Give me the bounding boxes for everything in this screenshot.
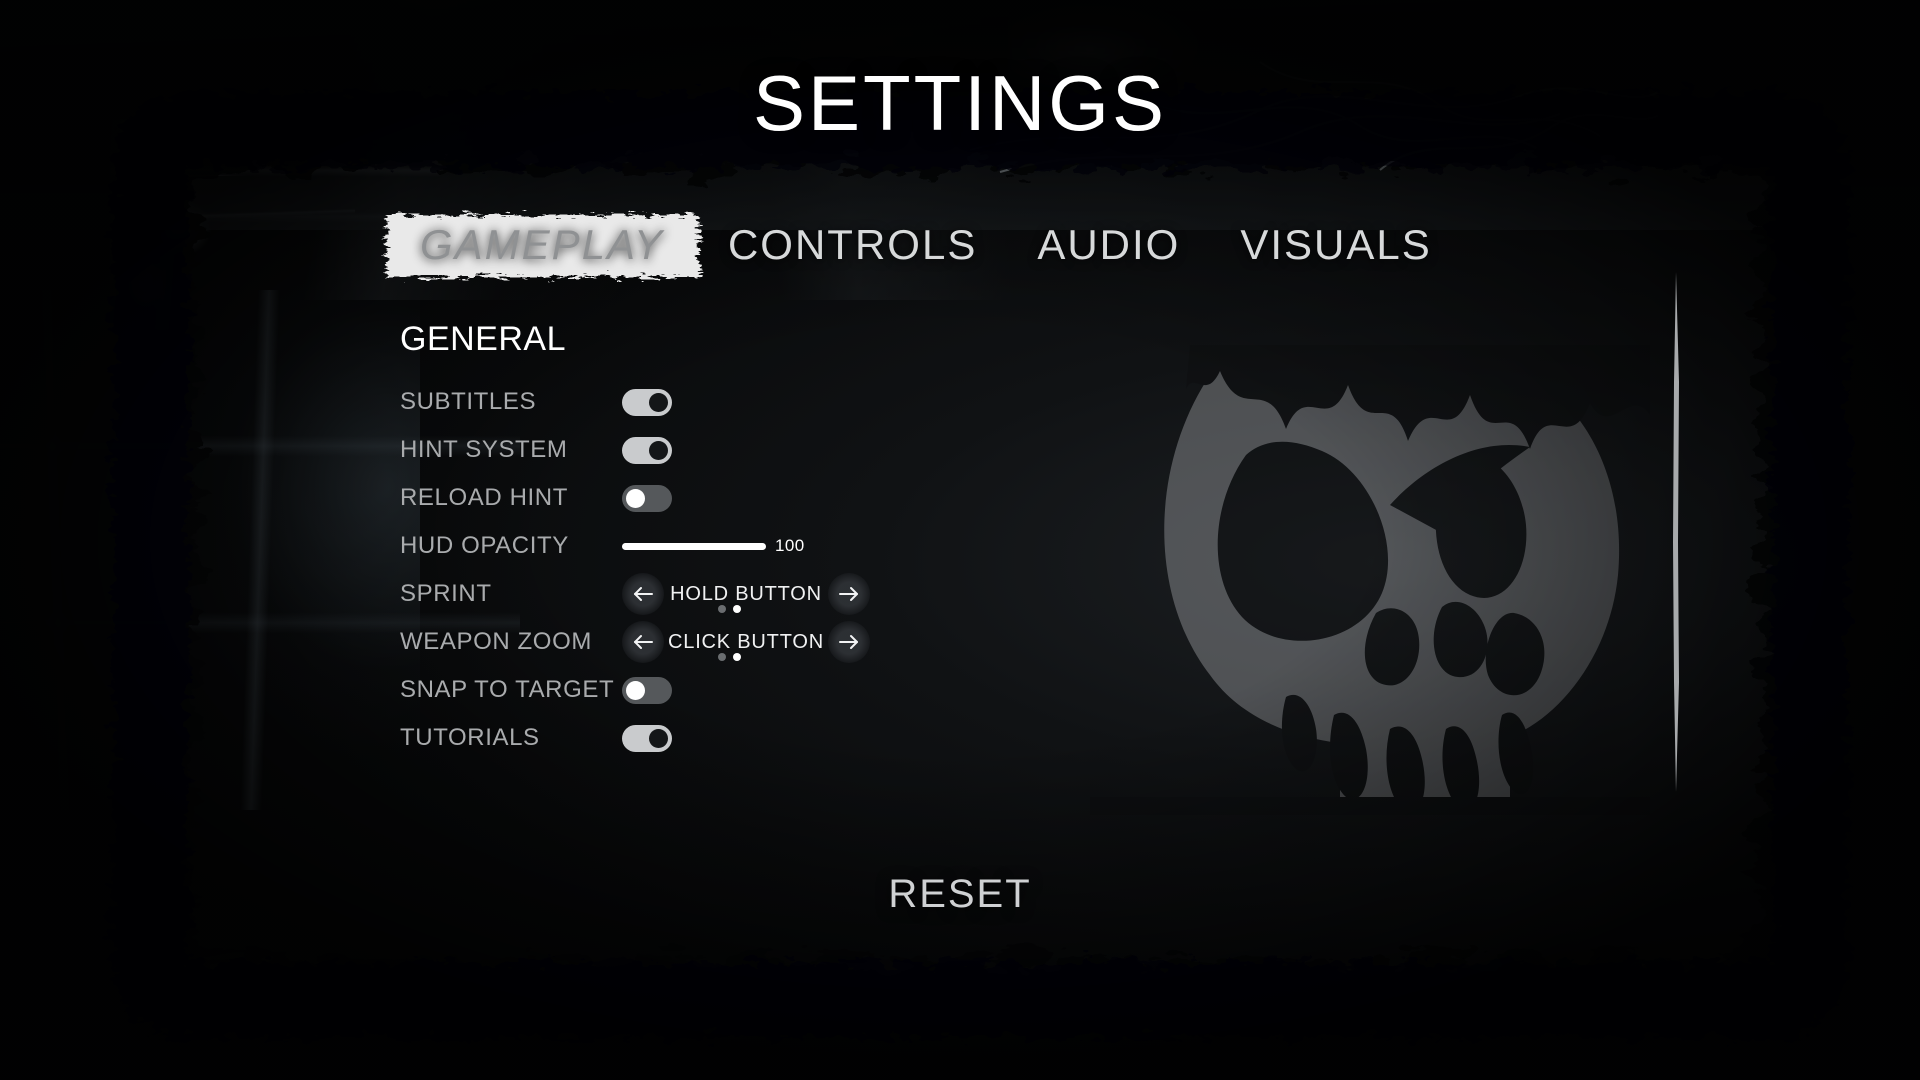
selector-dots-sprint (718, 605, 741, 613)
toggle-tutorials[interactable] (622, 724, 672, 752)
setting-row-tutorials: TUTORIALS (400, 714, 960, 762)
reset-button[interactable]: RESET (0, 872, 1920, 917)
page-title: SETTINGS (752, 59, 1168, 147)
slider-value-hud-opacity: 100 (775, 536, 805, 555)
setting-row-hud-opacity: HUD OPACITY 100 (400, 522, 960, 570)
setting-label-hint-system: HINT SYSTEM (400, 436, 568, 463)
section-title-general: GENERAL (400, 320, 566, 358)
toggle-snap-to-target[interactable] (622, 676, 672, 704)
selector-dots-weapon-zoom (718, 653, 741, 661)
setting-label-subtitles: SUBTITLES (400, 388, 537, 415)
scrollbar-blade[interactable] (1668, 272, 1684, 792)
setting-label-weapon-zoom: WEAPON ZOOM (400, 628, 592, 655)
setting-row-weapon-zoom: WEAPON ZOOM CLICK BUTTON (400, 618, 960, 666)
selector-value-sprint: HOLD BUTTON (670, 582, 822, 605)
settings-list: SUBTITLES HINT SYSTEM RELOAD HINT HUD OP… (400, 378, 960, 762)
setting-row-sprint: SPRINT HOLD BUTTON (400, 570, 960, 618)
toggle-knob (626, 488, 645, 508)
setting-row-subtitles: SUBTITLES (400, 378, 960, 426)
toggle-reload-hint[interactable] (622, 484, 672, 512)
tab-gameplay[interactable]: GAMEPLAY (386, 215, 700, 277)
toggle-knob (649, 392, 668, 412)
setting-label-hud-opacity: HUD OPACITY (400, 532, 569, 559)
toggle-hint-system[interactable] (622, 436, 672, 464)
arrow-right-icon[interactable] (828, 621, 870, 663)
settings-screen: SETTINGS GAMEPLAY CONTROLS AUDIO VISUALS… (0, 0, 1920, 1080)
selector-value-weapon-zoom: CLICK BUTTON (668, 630, 824, 653)
setting-label-reload-hint: RELOAD HINT (400, 484, 568, 511)
arrow-left-icon[interactable] (622, 621, 664, 663)
toggle-knob (649, 728, 668, 748)
selector-weapon-zoom: CLICK BUTTON (622, 621, 870, 663)
tab-visuals-label: VISUALS (1240, 221, 1432, 268)
selector-dot-active (733, 605, 741, 613)
selector-dot-active (733, 653, 741, 661)
toggle-knob (626, 680, 645, 700)
setting-label-sprint: SPRINT (400, 580, 492, 607)
setting-label-tutorials: TUTORIALS (400, 724, 540, 751)
tab-audio[interactable]: AUDIO (1007, 215, 1210, 275)
settings-tabs: GAMEPLAY CONTROLS AUDIO VISUALS (386, 215, 1462, 277)
arrow-left-icon[interactable] (622, 573, 664, 615)
slider-hud-opacity[interactable] (622, 542, 766, 550)
selector-dot (718, 605, 726, 613)
tab-visuals[interactable]: VISUALS (1210, 215, 1461, 275)
setting-row-reload-hint: RELOAD HINT (400, 474, 960, 522)
selector-dot (718, 653, 726, 661)
tab-controls-label: CONTROLS (727, 221, 978, 268)
tab-controls[interactable]: CONTROLS (698, 215, 1007, 275)
setting-row-hint-system: HINT SYSTEM (400, 426, 960, 474)
selector-sprint: HOLD BUTTON (622, 573, 870, 615)
arrow-right-icon[interactable] (828, 573, 870, 615)
slider-fill (622, 542, 766, 550)
setting-row-snap-to-target: SNAP TO TARGET (400, 666, 960, 714)
tab-audio-label: AUDIO (1037, 221, 1181, 268)
toggle-knob (649, 440, 668, 460)
setting-label-snap-to-target: SNAP TO TARGET (400, 676, 615, 703)
toggle-subtitles[interactable] (622, 388, 672, 416)
tab-gameplay-label: GAMEPLAY (420, 221, 664, 268)
